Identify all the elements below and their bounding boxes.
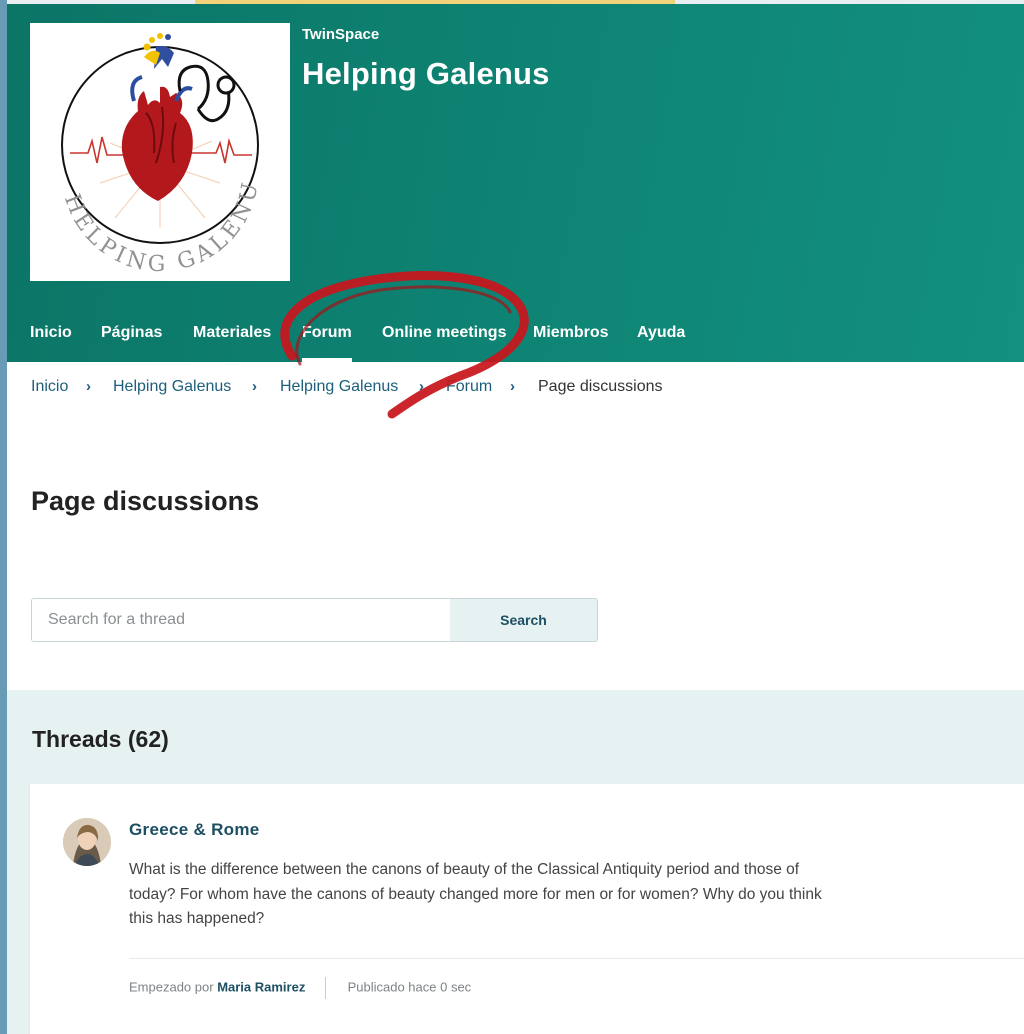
breadcrumb-forum[interactable]: Forum	[446, 378, 492, 396]
author-avatar[interactable]	[63, 818, 111, 866]
breadcrumb-current: Page discussions	[538, 378, 663, 395]
started-by-label: Empezado por	[129, 979, 214, 995]
thread-excerpt: What is the difference between the canon…	[129, 861, 822, 927]
thread-divider	[129, 958, 1024, 959]
breadcrumb-chevron-icon: ›	[252, 378, 257, 395]
space-title[interactable]: Helping Galenus	[302, 56, 550, 92]
nav-inicio[interactable]: Inicio	[30, 314, 72, 362]
search-input[interactable]	[32, 599, 450, 641]
threads-section: Threads (62) Greece & Rome What is the d…	[7, 690, 1024, 1034]
search-button[interactable]: Search	[450, 599, 597, 641]
meta-divider	[324, 977, 326, 999]
stethoscope-icon	[177, 64, 236, 123]
nav-online-meetings[interactable]: Online meetings	[382, 314, 506, 362]
nav-miembros[interactable]: Miembros	[533, 314, 609, 362]
nav-materiales[interactable]: Materiales	[193, 314, 271, 362]
published-time: Publicado hace 0 sec	[347, 979, 472, 995]
nav-paginas[interactable]: Páginas	[101, 314, 162, 362]
thread-title[interactable]: Greece & Rome	[129, 820, 260, 840]
helping-galenus-logo: HELPING GALENUS	[20, 4, 260, 277]
window-left-edge	[0, 0, 7, 1034]
breadcrumb-inicio[interactable]: Inicio	[31, 378, 68, 396]
nav-ayuda[interactable]: Ayuda	[637, 314, 685, 362]
nav-forum[interactable]: Forum	[302, 314, 352, 362]
thread-search: Search	[31, 598, 598, 642]
page-title: Page discussions	[31, 486, 260, 516]
eu-stars-people-icon	[143, 33, 174, 69]
project-logo[interactable]: HELPING GALENUS	[20, 4, 290, 281]
twinspace-header: HELPING GALENUS TwinSpace Helping Galenu…	[7, 4, 1024, 362]
threads-heading: Threads (62)	[32, 726, 169, 752]
thread-card[interactable]: Greece & Rome What is the difference bet…	[30, 784, 1024, 1034]
breadcrumb-chevron-icon: ›	[510, 378, 515, 395]
breadcrumb-helping-galenus-2[interactable]: Helping Galenus	[280, 378, 398, 396]
breadcrumb-chevron-icon: ›	[86, 378, 91, 395]
breadcrumb-chevron-icon: ›	[419, 378, 424, 395]
thread-author-link[interactable]: Maria Ramirez	[217, 979, 305, 994]
space-kicker: TwinSpace	[302, 26, 380, 43]
thread-meta: Empezado por Maria Ramirez Publicado hac…	[129, 977, 471, 999]
breadcrumb-helping-galenus[interactable]: Helping Galenus	[113, 378, 231, 396]
avatar-photo	[63, 818, 111, 866]
